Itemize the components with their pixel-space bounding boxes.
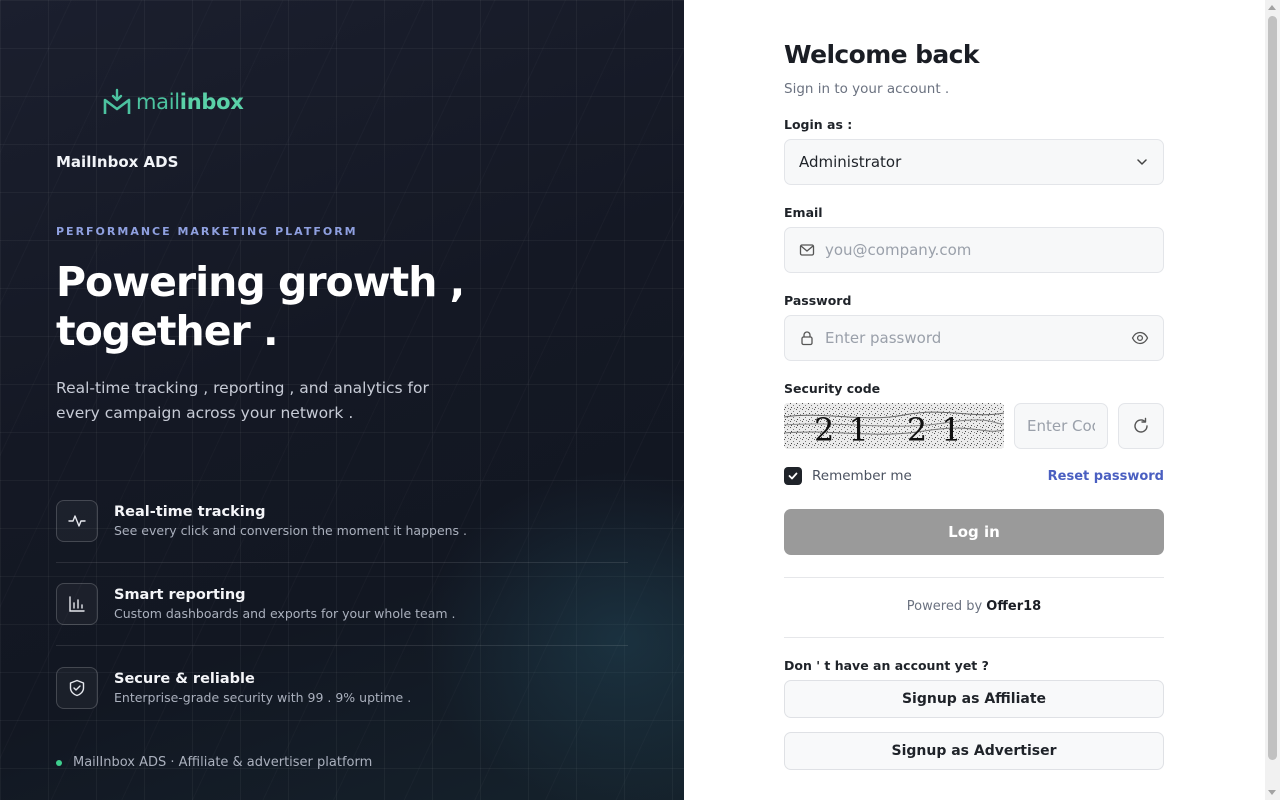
eye-icon[interactable] [1131, 329, 1149, 347]
signup-affiliate-button[interactable]: Signup as Affiliate [784, 680, 1164, 718]
remember-row: Remember me Reset password [784, 467, 1164, 485]
brand-name: MailInbox ADS [56, 153, 179, 171]
email-placeholder: you@company.com [825, 241, 972, 259]
no-account-text: Don ' t have an account yet ? [784, 658, 989, 673]
login-form: Welcome back Sign in to your account . L… [784, 40, 1164, 770]
mail-icon [799, 244, 815, 256]
hero-footer-text: MailInbox ADS · Affiliate & advertiser p… [73, 755, 373, 770]
feature-title: Real-time tracking [114, 504, 266, 520]
feature-title: Secure & reliable [114, 670, 255, 687]
feature-list: Real-time tracking See every click and c… [56, 480, 628, 729]
captcha-text: 21 21 [814, 411, 976, 449]
headline-line-2: together . [56, 307, 279, 355]
status-dot [56, 759, 62, 766]
chevron-down-icon [1137, 159, 1147, 165]
feature-item: Real-time tracking See every click and c… [56, 480, 628, 563]
password-label: Password [784, 293, 852, 308]
powered-by-prefix: Powered by [906, 599, 983, 614]
remember-checkbox[interactable] [784, 467, 802, 485]
hero-panel: mailinbox MailInbox ADS PERFORMANCE MARK… [0, 0, 684, 800]
hero-subtitle: Real-time tracking , reporting , and ana… [56, 379, 429, 422]
login-as-label: Login as : [784, 117, 853, 132]
scroll-up-arrow[interactable] [1268, 5, 1276, 10]
divider [784, 637, 1164, 638]
activity-icon [56, 500, 98, 542]
feature-item: Secure & reliable Enterprise-grade secur… [56, 646, 628, 729]
feature-item: Smart reporting Custom dashboards and ex… [56, 563, 628, 646]
remember-me[interactable]: Remember me [784, 467, 912, 485]
logo: mailinbox [102, 88, 244, 116]
feature-description: Custom dashboards and exports for your w… [114, 606, 456, 621]
form-subtitle: Sign in to your account . [784, 81, 950, 97]
login-as-select[interactable]: Administrator [784, 139, 1164, 185]
eyebrow-text: PERFORMANCE MARKETING PLATFORM [56, 225, 358, 238]
headline: Powering growth , together . [56, 258, 616, 356]
feature-title: Smart reporting [114, 587, 246, 603]
powered-by: Powered by Offer18 [784, 578, 1164, 637]
check-icon [788, 472, 798, 480]
login-panel: Welcome back Sign in to your account . L… [684, 0, 1280, 800]
scroll-down-arrow[interactable] [1268, 790, 1276, 795]
login-as-value: Administrator [799, 153, 902, 171]
password-placeholder: Enter password [825, 329, 942, 347]
refresh-captcha-button[interactable] [1118, 403, 1164, 449]
signup-advertiser-button[interactable]: Signup as Advertiser [784, 732, 1164, 770]
captcha-image: 21 21 [784, 403, 1004, 449]
powered-by-brand: Offer18 [986, 599, 1042, 614]
scrollbar[interactable] [1265, 0, 1280, 800]
login-button[interactable]: Log in [784, 509, 1164, 555]
headline-line-1: Powering growth , [56, 258, 465, 306]
captcha-input[interactable]: Enter Code [1014, 403, 1108, 449]
hero-footer: MailInbox ADS · Affiliate & advertiser p… [56, 755, 372, 770]
password-field[interactable]: Enter password [784, 315, 1164, 361]
captcha-placeholder: Enter Code [1027, 417, 1095, 435]
shield-check-icon [56, 666, 98, 709]
feature-description: See every click and conversion the momen… [114, 523, 468, 538]
remember-label: Remember me [812, 468, 912, 484]
captcha-row: 21 21 Enter Code [784, 403, 1164, 449]
security-code-label: Security code [784, 381, 881, 396]
refresh-icon [1134, 417, 1148, 433]
mailinbox-logo-icon [103, 88, 131, 114]
email-label: Email [784, 205, 823, 220]
form-title: Welcome back [784, 40, 980, 69]
email-field[interactable]: you@company.com [784, 227, 1164, 273]
bar-chart-icon [56, 583, 98, 625]
lock-icon [801, 331, 813, 346]
scrollbar-thumb[interactable] [1268, 16, 1277, 760]
reset-password-link[interactable]: Reset password [1048, 469, 1164, 484]
logo-text: mailinbox [136, 90, 244, 114]
feature-description: Enterprise-grade security with 99 . 9% u… [114, 689, 412, 705]
